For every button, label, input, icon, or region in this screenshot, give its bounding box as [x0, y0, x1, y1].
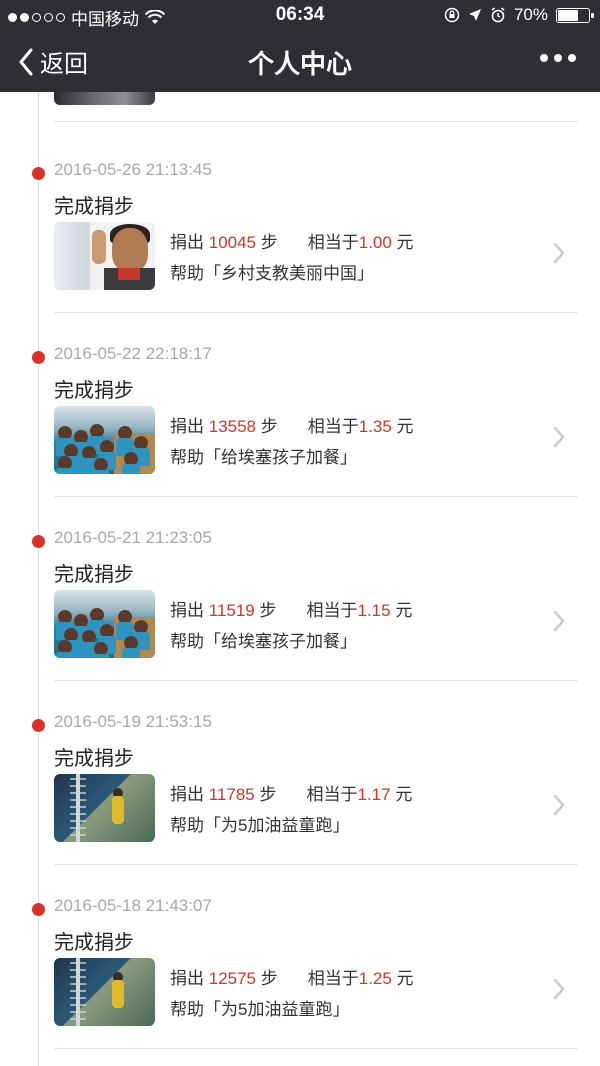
status-bar: 中国移动 06:34 70%: [0, 0, 600, 30]
entry-action-title: 完成捐步: [54, 932, 134, 954]
amount-value: 1.35: [358, 417, 392, 436]
entry-timestamp: 2016-05-26 21:13:45: [54, 160, 212, 179]
divider: [54, 1048, 578, 1049]
divider: [54, 312, 578, 313]
entry-timestamp: 2016-05-21 21:23:05: [54, 528, 212, 547]
chevron-left-icon: [19, 48, 33, 75]
equiv-prefix: 相当于: [307, 233, 359, 252]
carrier-label: 中国移动: [71, 10, 139, 29]
steps-unit: 步: [260, 417, 278, 436]
battery-icon: [556, 7, 594, 23]
amount-value: 1.00: [358, 233, 392, 252]
amount-unit: 元: [396, 969, 414, 988]
project-thumbnail[interactable]: [54, 958, 155, 1026]
donation-entry[interactable]: 2016-05-21 21:23:05 完成捐步 捐出 11519 步 相当于1.…: [0, 528, 600, 712]
chevron-right-icon: [553, 242, 565, 264]
chevron-right-icon: [553, 426, 565, 448]
steps-unit: 步: [260, 969, 278, 988]
entry-action-title: 完成捐步: [54, 380, 134, 402]
previous-entry-thumbnail[interactable]: [54, 92, 155, 105]
equiv-prefix: 相当于: [306, 601, 358, 620]
donation-entry[interactable]: 2016-05-22 22:18:17 完成捐步 捐出 13558 步 相当于1.…: [0, 344, 600, 528]
donation-summary: 捐出 10045 步 相当于1.00 元: [170, 228, 414, 253]
divider: [54, 121, 578, 122]
chevron-right-icon: [553, 610, 565, 632]
timeline-dot: [32, 719, 45, 732]
wifi-icon: [145, 9, 165, 24]
signal-dots-icon: [8, 13, 65, 22]
entry-timestamp: 2016-05-22 22:18:17: [54, 344, 212, 363]
back-button[interactable]: 返回: [18, 44, 88, 79]
timeline-dot: [32, 535, 45, 548]
battery-fill: [558, 9, 579, 21]
equiv-prefix: 相当于: [307, 417, 359, 436]
donate-prefix: 捐出: [170, 601, 204, 620]
project-name: 帮助「给埃塞孩子加餐」: [170, 448, 357, 467]
timeline-dot: [32, 351, 45, 364]
amount-unit: 元: [396, 417, 414, 436]
project-name: 帮助「为5加油益童跑」: [170, 816, 350, 835]
equiv-prefix: 相当于: [307, 969, 359, 988]
amount-value: 1.17: [357, 785, 391, 804]
entry-timestamp: 2016-05-18 21:43:07: [54, 896, 212, 915]
steps-value: 10045: [208, 233, 257, 252]
project-thumbnail[interactable]: [54, 222, 155, 290]
entry-action-title: 完成捐步: [54, 748, 134, 770]
entry-action-title: 完成捐步: [54, 564, 134, 586]
amount-value: 1.15: [357, 601, 391, 620]
donation-summary: 捐出 12575 步 相当于1.25 元: [170, 964, 414, 989]
donate-prefix: 捐出: [170, 969, 204, 988]
entry-action-title: 完成捐步: [54, 196, 134, 218]
amount-unit: 元: [395, 601, 413, 620]
steps-unit: 步: [259, 601, 277, 620]
steps-value: 11785: [208, 785, 255, 804]
page-title: 个人中心: [247, 49, 352, 79]
nav-bar: 返回 个人中心: [0, 30, 600, 92]
donate-prefix: 捐出: [170, 417, 204, 436]
amount-unit: 元: [395, 785, 413, 804]
project-name: 帮助「给埃塞孩子加餐」: [170, 632, 357, 651]
donation-entry[interactable]: 2016-05-26 21:13:45 完成捐步 捐出 10045 步 相当于1.…: [0, 160, 600, 344]
entry-timestamp: 2016-05-19 21:53:15: [54, 712, 212, 731]
divider: [54, 864, 578, 865]
back-label: 返回: [40, 51, 88, 78]
donation-summary: 捐出 13558 步 相当于1.35 元: [170, 412, 414, 437]
project-name: 帮助「为5加油益童跑」: [170, 1000, 350, 1019]
donate-prefix: 捐出: [170, 233, 204, 252]
project-thumbnail[interactable]: [54, 774, 155, 842]
timeline-dot: [32, 167, 45, 180]
donate-prefix: 捐出: [170, 785, 204, 804]
equiv-prefix: 相当于: [306, 785, 358, 804]
amount-unit: 元: [396, 233, 414, 252]
steps-value: 11519: [208, 601, 255, 620]
timeline-dot: [32, 903, 45, 916]
location-icon: [468, 9, 481, 21]
battery-percent: 70%: [513, 5, 548, 24]
steps-unit: 步: [260, 233, 278, 252]
project-thumbnail[interactable]: [54, 590, 155, 658]
donation-entry[interactable]: 2016-05-18 21:43:07 完成捐步 捐出 12575 步 相当于1.…: [0, 896, 600, 1066]
lock-rotation-icon: [444, 7, 460, 23]
project-name: 帮助「乡村支教美丽中国」: [170, 264, 374, 283]
divider: [54, 680, 578, 681]
alarm-icon: [491, 7, 505, 23]
status-bar-left: 中国移动: [8, 5, 165, 30]
steps-value: 12575: [208, 969, 257, 988]
steps-unit: 步: [259, 785, 277, 804]
chevron-right-icon: [553, 794, 565, 816]
project-thumbnail[interactable]: [54, 406, 155, 474]
donation-summary: 捐出 11519 步 相当于1.15 元: [170, 596, 412, 621]
status-bar-right: 70%: [444, 5, 594, 25]
chevron-right-icon: [553, 978, 565, 1000]
donation-summary: 捐出 11785 步 相当于1.17 元: [170, 780, 412, 805]
amount-value: 1.25: [358, 969, 392, 988]
more-dots-icon[interactable]: [540, 54, 576, 62]
donation-entry[interactable]: 2016-05-19 21:53:15 完成捐步 捐出 11785 步 相当于1.…: [0, 712, 600, 896]
steps-value: 13558: [208, 417, 257, 436]
divider: [54, 496, 578, 497]
